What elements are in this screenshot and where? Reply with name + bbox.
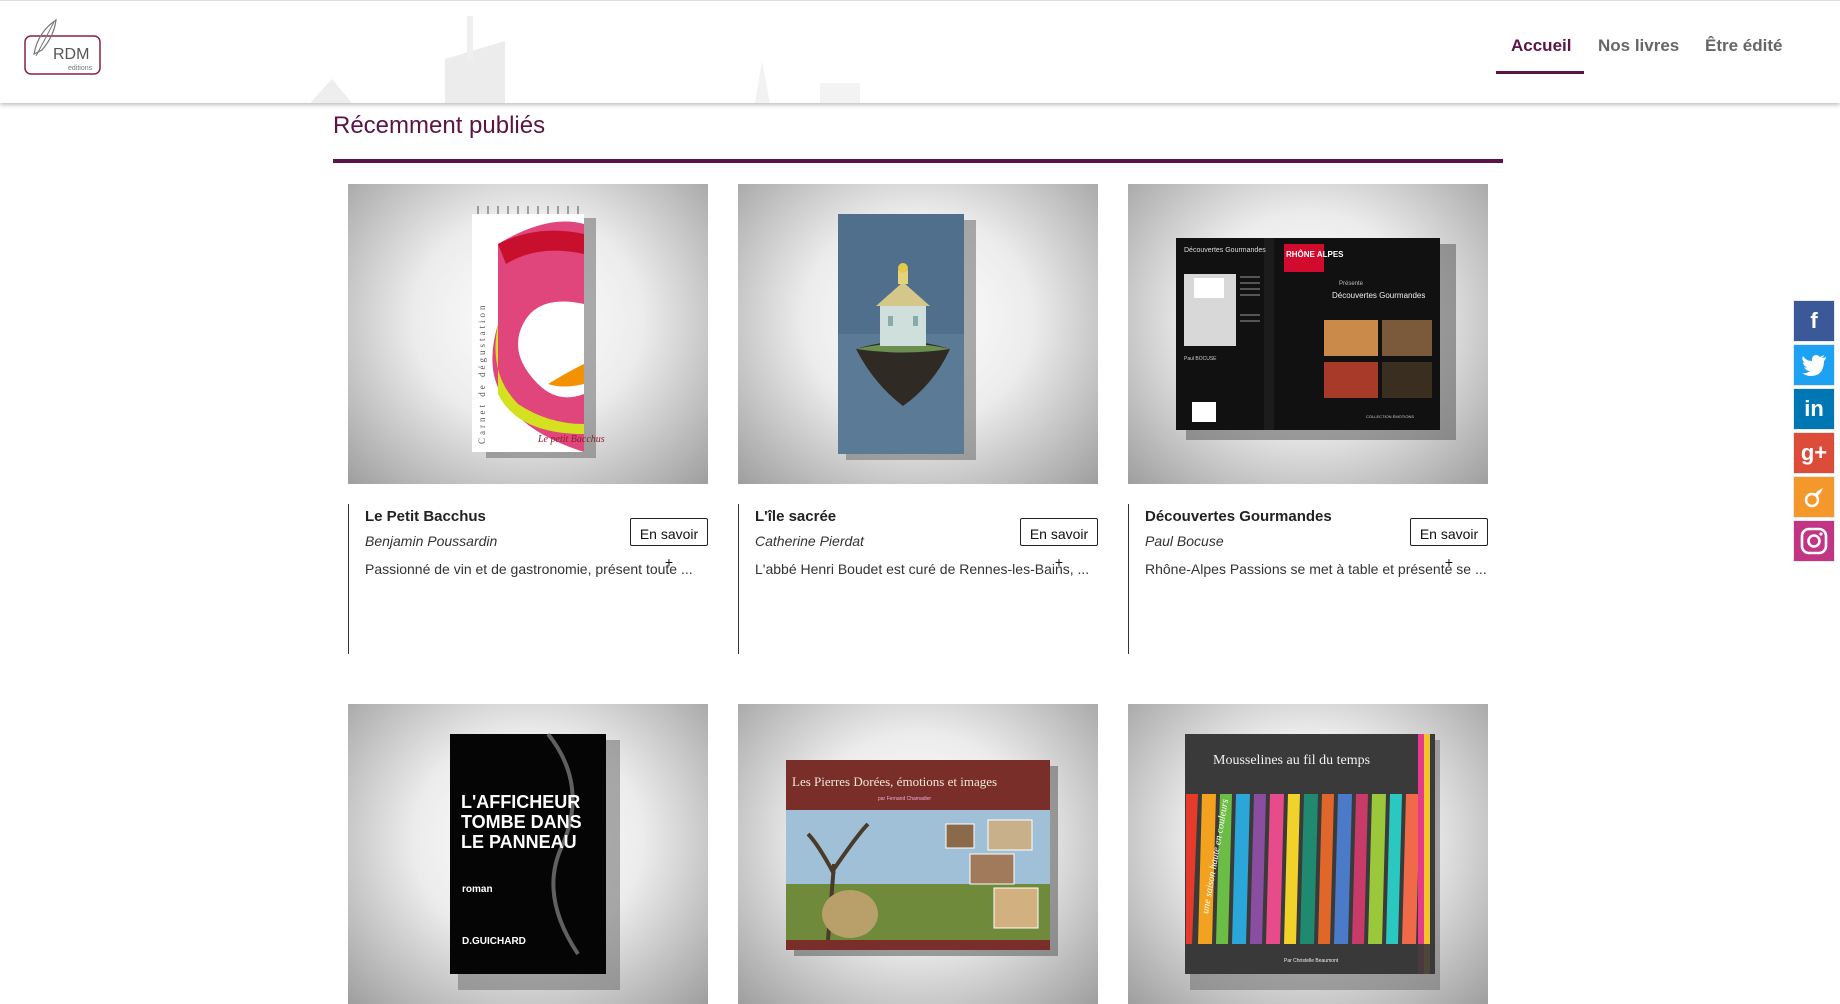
en-savoir-plus-button[interactable]: En savoir +	[630, 518, 708, 570]
section-title: Récemment publiés	[333, 112, 546, 139]
cover-author: D.GUICHARD	[462, 936, 526, 947]
facebook-glyph: f	[1810, 308, 1818, 333]
nav-nos-livres[interactable]: Nos livres	[1598, 36, 1679, 56]
book-description: L'abbé Henri Boudet est curé de Rennes-l…	[755, 561, 1090, 577]
cover-brand-text: Le petit Bacchus	[537, 434, 605, 445]
section-divider	[333, 159, 1503, 163]
book-author: Benjamin Poussardin	[365, 533, 498, 549]
cover-subtitle: par Fernand Chamadier	[878, 796, 931, 802]
viadeo-icon[interactable]	[1793, 476, 1835, 518]
book-title[interactable]: Le Petit Bacchus	[365, 508, 486, 525]
cover-title-front: Découvertes Gourmandes	[1332, 291, 1425, 300]
cover-title: Les Pierres Dorées, émotions et images	[792, 774, 997, 789]
linkedin-glyph: in	[1804, 396, 1824, 421]
cover-author: Par Christelle Beaumont	[1284, 958, 1339, 964]
en-savoir-plus-button[interactable]: En savoir +	[1410, 518, 1488, 570]
linkedin-icon[interactable]: in	[1793, 388, 1835, 430]
cover-title-line-3: LE PANNEAU	[461, 832, 577, 852]
nav-etre-edite[interactable]: Être édité	[1705, 36, 1782, 56]
facebook-icon[interactable]: f	[1793, 300, 1835, 342]
book-cover[interactable]: L'AFFICHEUR TOMBE DANS LE PANNEAU roman …	[348, 704, 708, 1004]
book-title[interactable]: Découvertes Gourmandes	[1145, 508, 1332, 525]
cover-side-text: Carnet de dégustation	[477, 303, 487, 444]
rdm-logo[interactable]: RDM editions	[24, 18, 102, 76]
cover-brand: RHÔNE ALPES	[1286, 250, 1344, 259]
book-title[interactable]: L'île sacrée	[755, 508, 836, 525]
nav-accueil[interactable]: Accueil	[1511, 36, 1571, 56]
book-description: Passionné de vin et de gastronomie, prés…	[365, 561, 693, 577]
book-author: Catherine Pierdat	[755, 533, 864, 549]
active-nav-indicator	[1496, 71, 1584, 74]
book-author: Paul Bocuse	[1145, 533, 1224, 549]
cover-title-line-1: L'AFFICHEUR	[461, 792, 580, 812]
google-plus-icon[interactable]: g+	[1793, 432, 1835, 474]
cover-title: Mousselines au fil du temps	[1213, 753, 1370, 768]
header-skyline-decoration	[310, 16, 860, 103]
instagram-icon[interactable]	[1793, 520, 1835, 562]
google-plus-glyph: g+	[1800, 440, 1828, 465]
cover-genre: roman	[462, 884, 493, 895]
cover-author: Paul BOCUSE	[1184, 356, 1217, 362]
cover-title-back: Découvertes Gourmandes	[1184, 247, 1266, 254]
book-cover[interactable]: Mousselines au fil du temps une saison h…	[1128, 704, 1488, 1004]
logo-main-text: RDM	[53, 46, 89, 63]
en-savoir-plus-button[interactable]: En savoir +	[1020, 518, 1098, 570]
book-cover[interactable]	[738, 184, 1098, 484]
cover-collection: COLLECTION ÉMOTIONS	[1366, 414, 1414, 419]
cover-presents: Présente	[1339, 281, 1364, 287]
book-cover[interactable]: Carnet de dégustation Le petit Bacchus	[348, 184, 708, 484]
book-description: Rhône-Alpes Passions se met à table et p…	[1145, 561, 1487, 577]
book-cover[interactable]: Les Pierres Dorées, émotions et images p…	[738, 704, 1098, 1004]
twitter-icon[interactable]	[1793, 344, 1835, 386]
book-cover[interactable]: Découvertes Gourmandes RHÔNE ALPES Prése…	[1128, 184, 1488, 484]
top-navbar: RDM editions Accueil Nos livres Être édi…	[0, 0, 1840, 103]
logo-sub-text: editions	[68, 65, 93, 72]
cover-title-line-2: TOMBE DANS	[461, 812, 582, 832]
